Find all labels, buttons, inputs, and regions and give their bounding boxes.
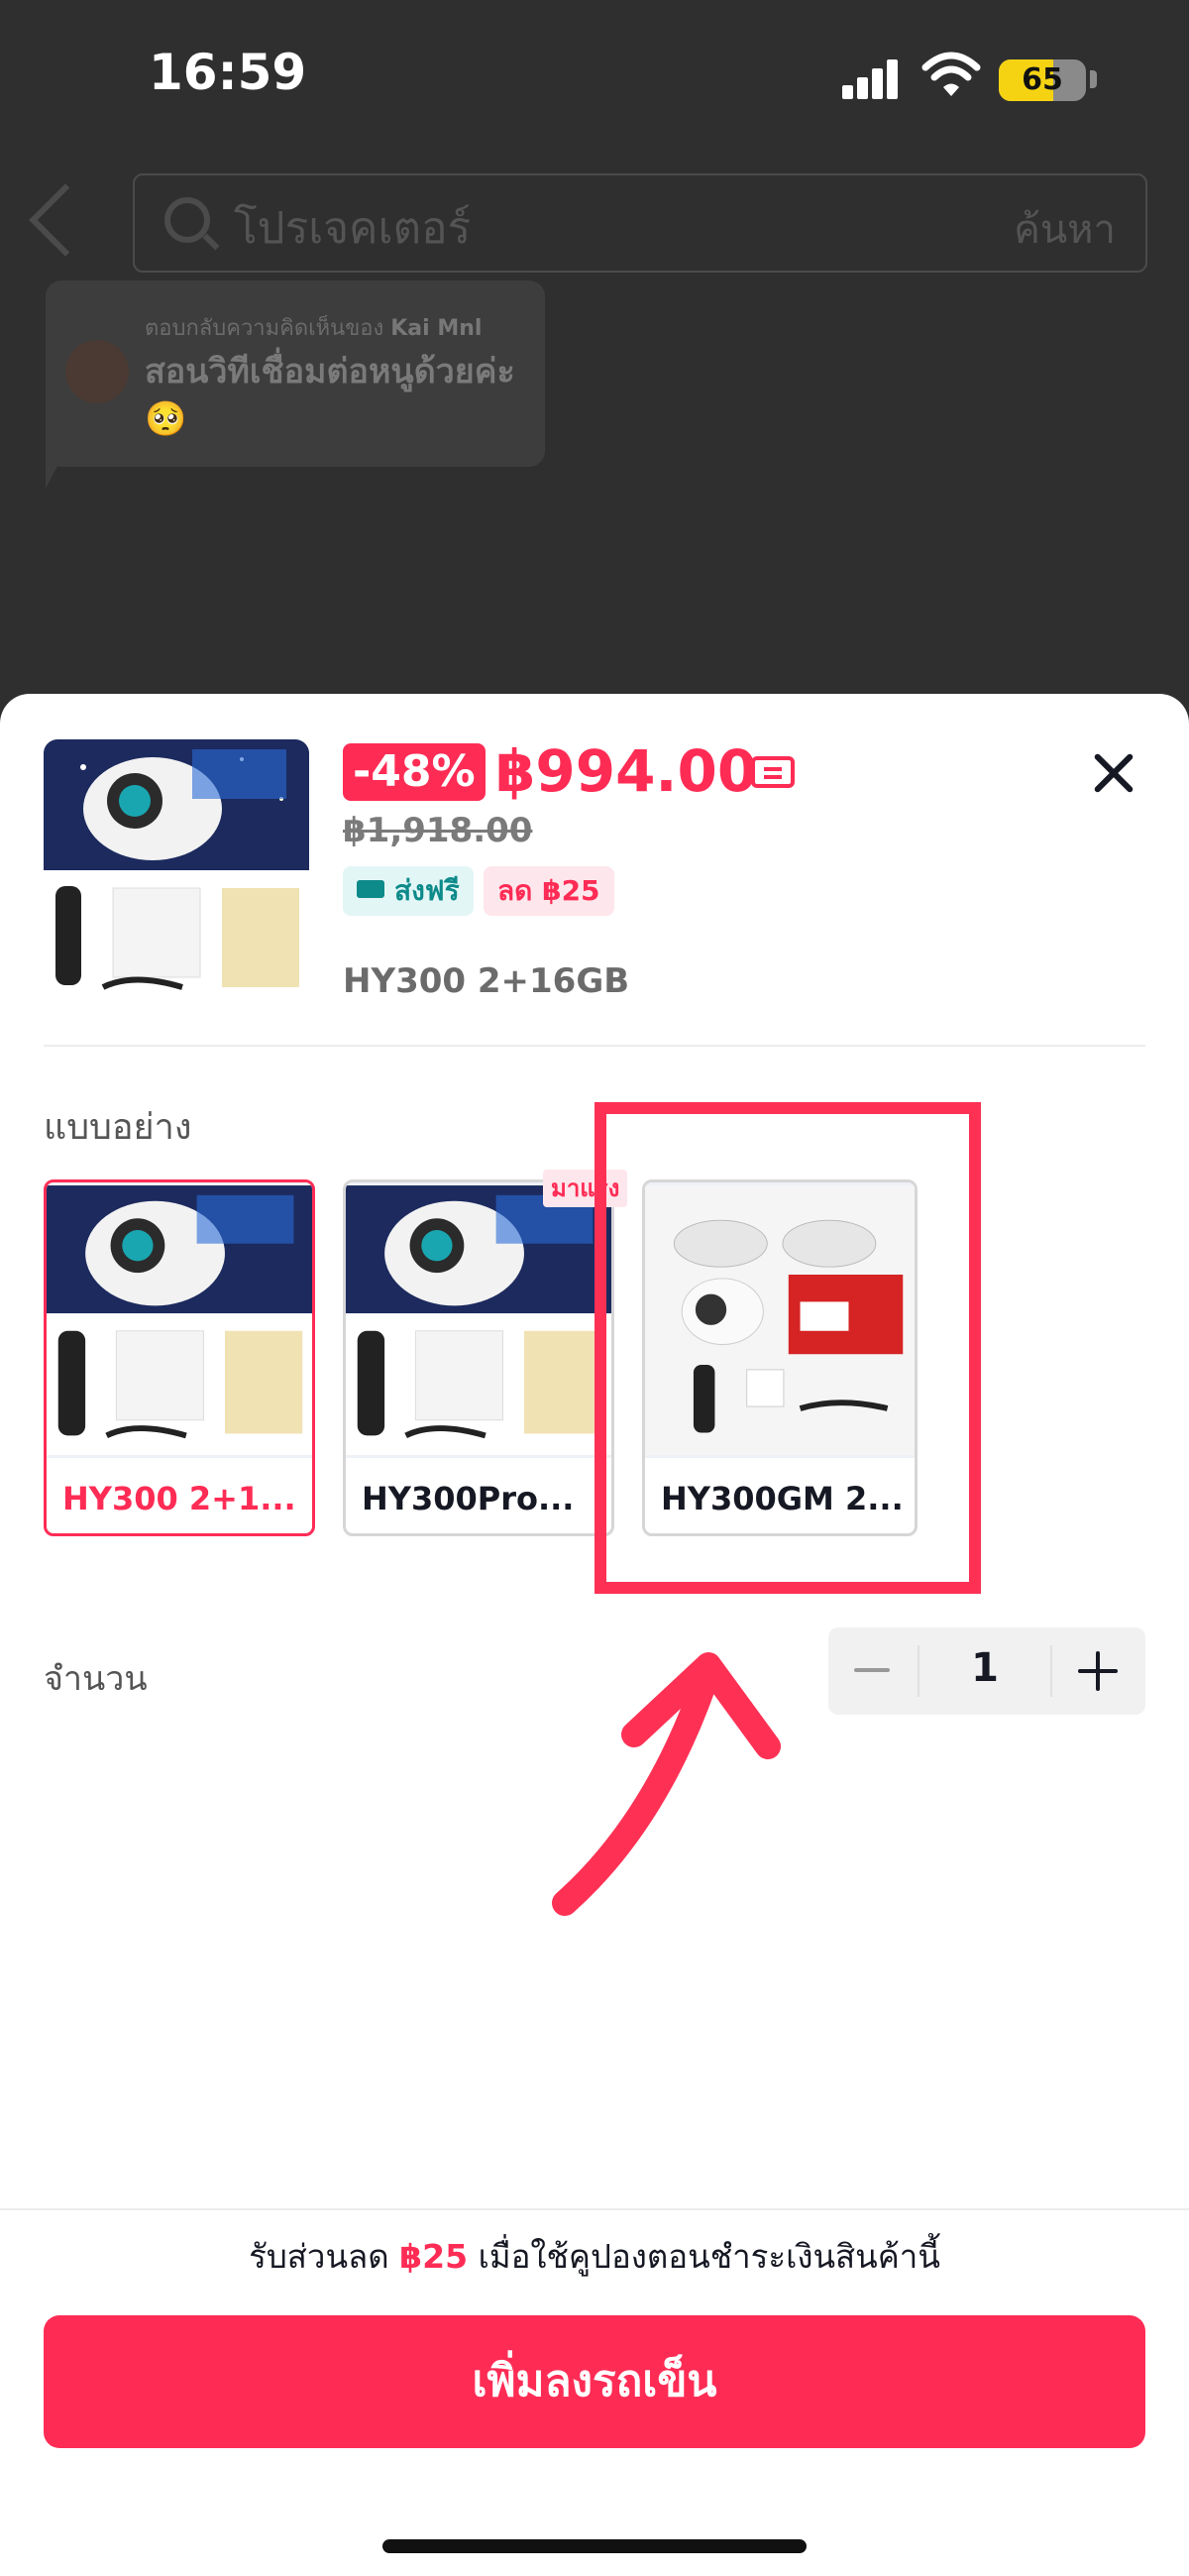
variant-option-label: HY300Pro...: [362, 1480, 575, 1517]
quantity-stepper: 1: [828, 1627, 1145, 1715]
quantity-value[interactable]: 1: [919, 1645, 1050, 1691]
original-price: ฿1,918.00: [343, 811, 533, 850]
add-to-cart-button[interactable]: เพิ่มลงรถเข็น: [44, 2315, 1145, 2448]
arrow-annotation-icon: [552, 1652, 781, 1916]
discount-tag: ลด ฿25: [484, 866, 614, 916]
variant-option-1[interactable]: HY300 2+1...: [44, 1179, 315, 1536]
search-icon: [164, 197, 210, 243]
cellular-signal-icon: [842, 57, 900, 99]
search-bar[interactable]: โปรเจคเตอร์ ค้นหา: [133, 173, 1147, 273]
highlight-annotation: [594, 1102, 981, 1594]
search-input[interactable]: โปรเจคเตอร์: [234, 193, 471, 263]
discount-badge: -48%: [343, 743, 486, 801]
reply-text: สอนวิทีเชื่อมต่อหนูด้วยค่ะ🥺: [145, 352, 515, 439]
footer-divider: [0, 2208, 1189, 2210]
wifi-icon: [921, 52, 981, 96]
search-button[interactable]: ค้นหา: [1014, 197, 1116, 261]
back-icon[interactable]: [29, 183, 102, 257]
variant-image: [346, 1182, 611, 1458]
reply-prefix: ตอบกลับความคิดเห็นของ: [145, 316, 384, 341]
product-price: ฿994.00: [495, 737, 758, 805]
reply-user: Kai Mnl: [390, 316, 483, 341]
home-indicator: [382, 2539, 807, 2553]
plus-icon[interactable]: [1078, 1651, 1118, 1691]
coupon-promo-text: รับส่วนลด ฿25 เมื่อใช้คูปองตอนชำระเงินสิ…: [249, 2237, 940, 2276]
avatar: [65, 340, 129, 403]
battery-level: 65: [1022, 62, 1063, 97]
coupon-icon[interactable]: [751, 756, 795, 788]
quantity-label: จำนวน: [44, 1659, 148, 1699]
product-thumbnail: [44, 739, 309, 1003]
variant-option-label: HY300 2+1...: [62, 1480, 296, 1517]
divider: [44, 1045, 1145, 1047]
close-icon[interactable]: [1090, 749, 1137, 797]
minus-icon[interactable]: [854, 1653, 890, 1689]
battery-icon: 65: [999, 59, 1086, 101]
variant-image: [47, 1182, 312, 1458]
truck-icon: [357, 880, 384, 898]
status-time: 16:59: [149, 44, 307, 101]
variant-section-label: แบบอย่าง: [44, 1107, 192, 1148]
variant-option-2[interactable]: HY300Pro...: [343, 1179, 614, 1536]
free-shipping-tag: ส่งฟรี: [343, 866, 474, 916]
reply-comment-bubble: ตอบกลับความคิดเห็นของ Kai Mnl สอนวิทีเชื…: [46, 280, 545, 467]
selected-variant-text: HY300 2+16GB: [343, 961, 630, 1001]
